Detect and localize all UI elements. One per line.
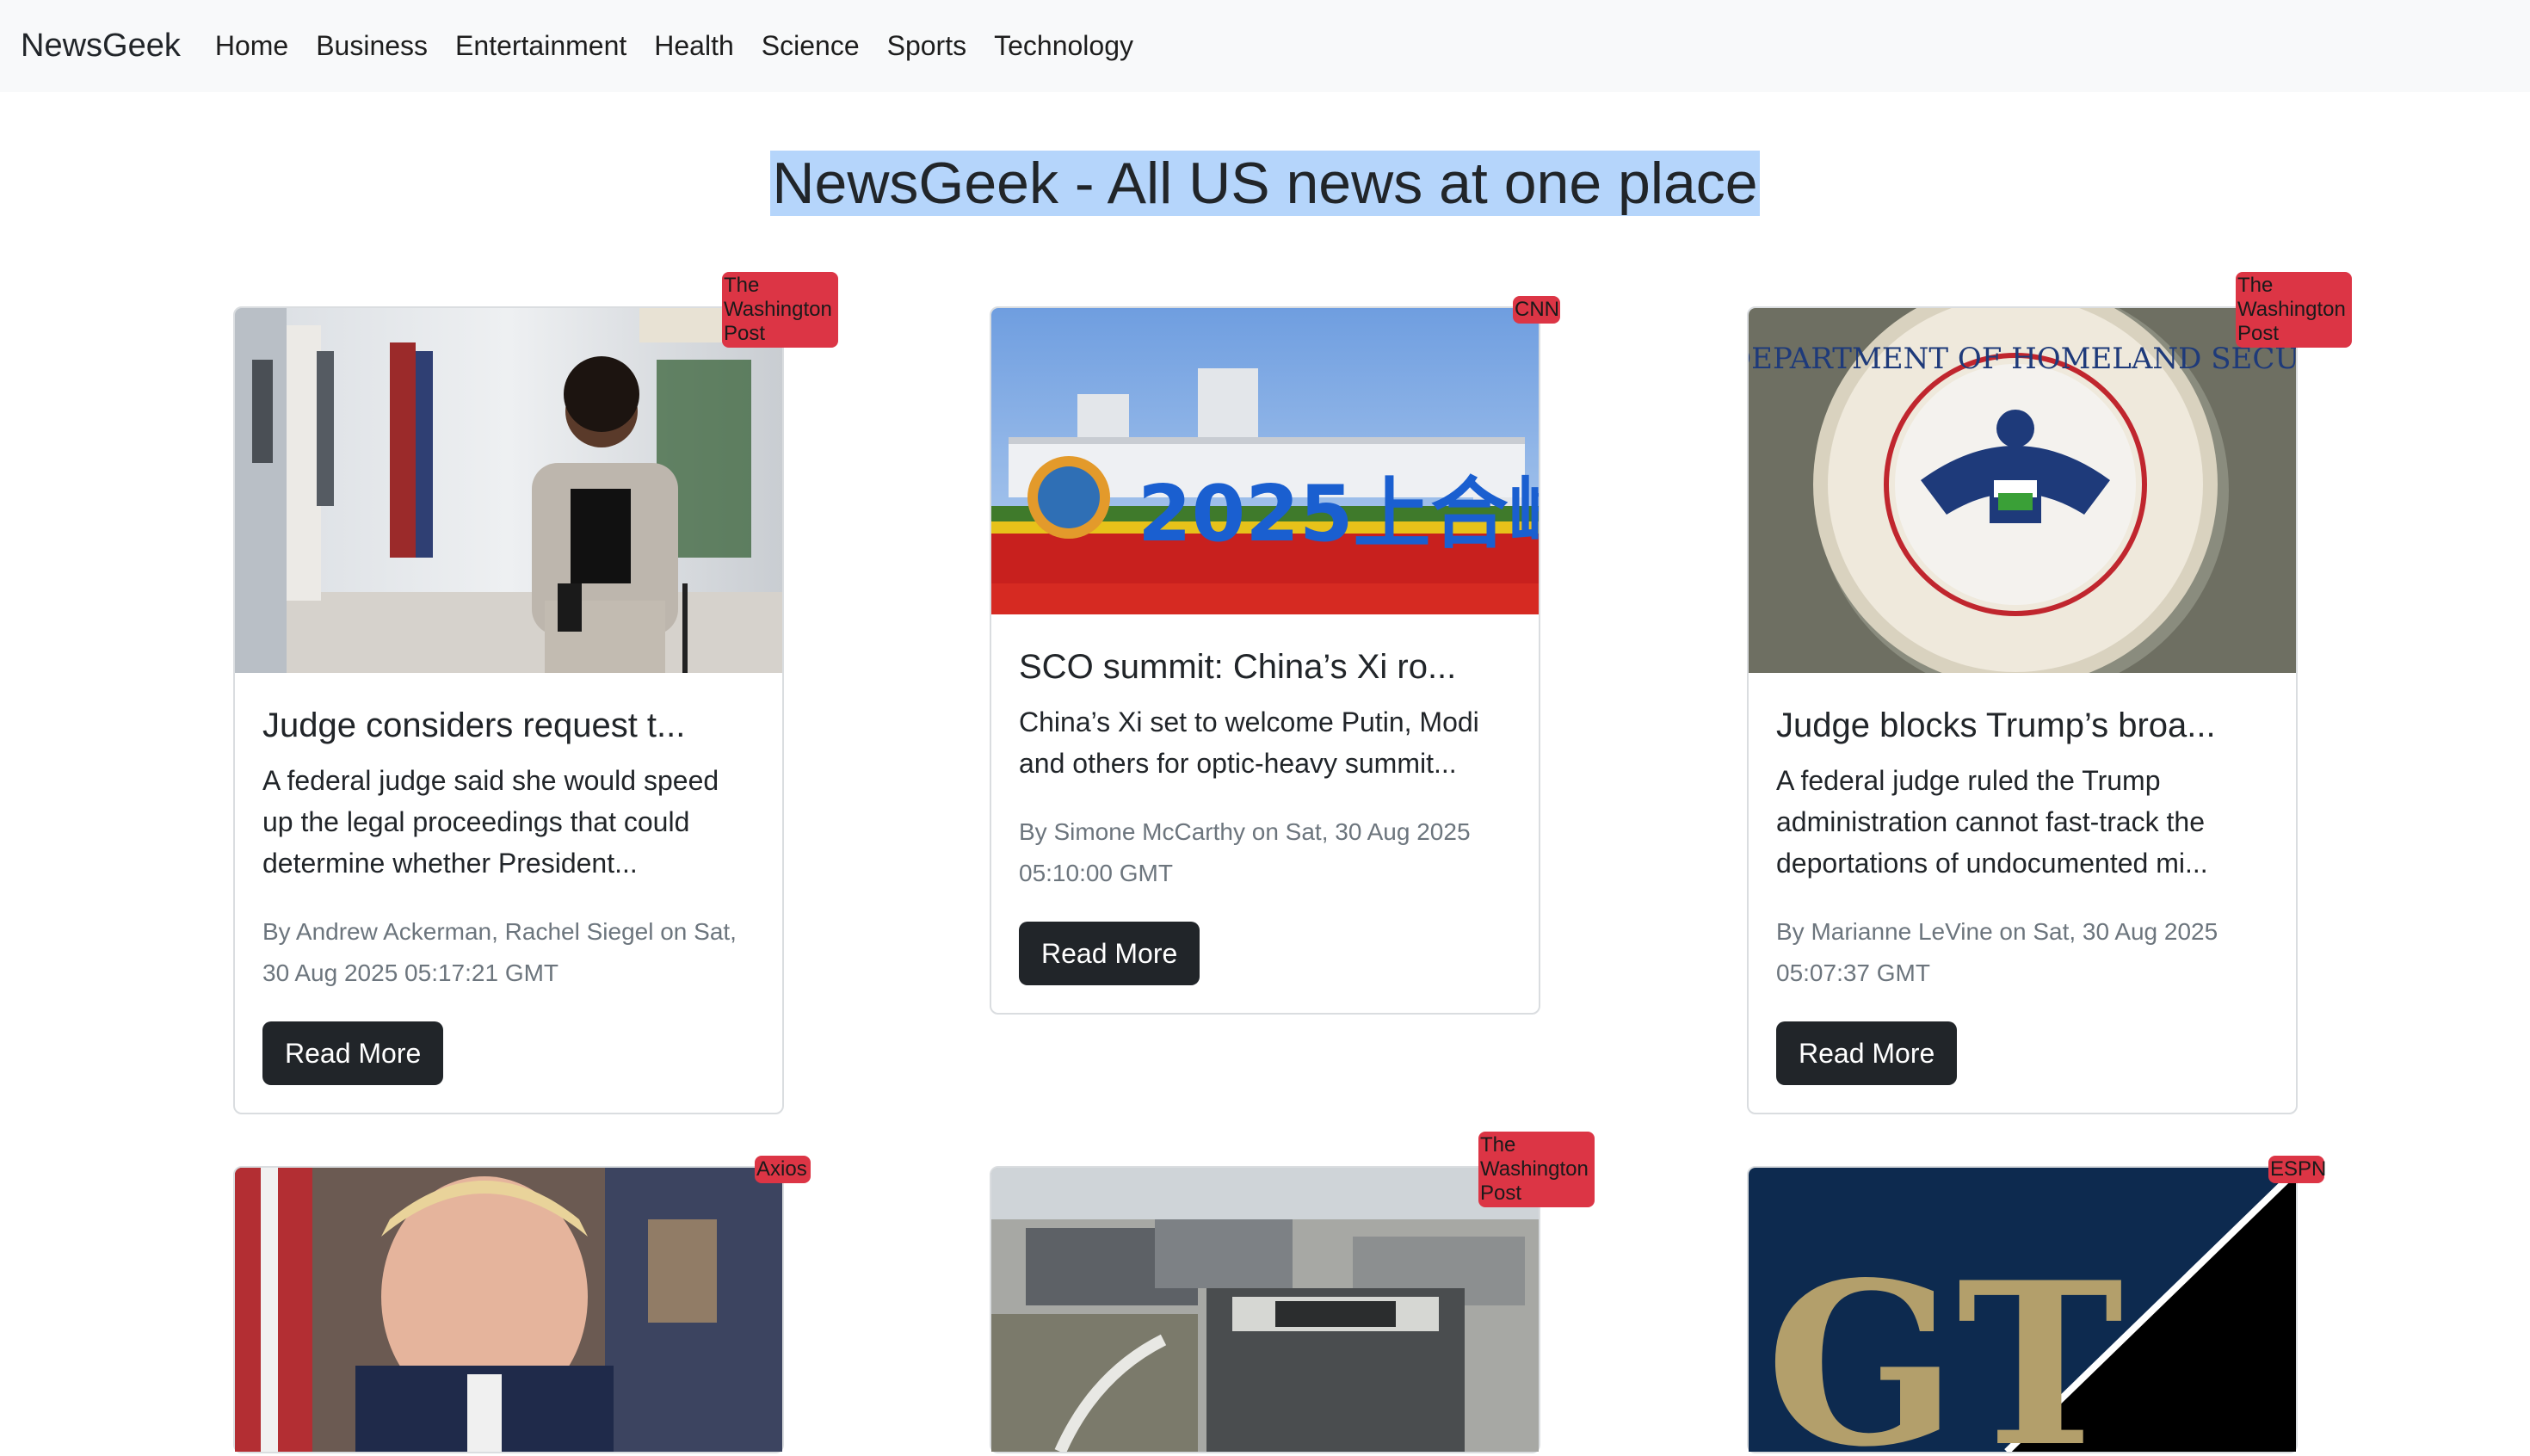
news-card: The Washington Post Judge considers requ… bbox=[233, 272, 838, 1114]
news-card-image: GT bbox=[1749, 1168, 2296, 1456]
source-badge: Axios bbox=[755, 1156, 811, 1183]
news-card: Axios bbox=[233, 1156, 811, 1456]
read-more-button[interactable]: Read More bbox=[1776, 1021, 1958, 1085]
source-badge: The Washington Post bbox=[722, 272, 838, 348]
news-card-meta: By Marianne LeVine on Sat, 30 Aug 2025 0… bbox=[1776, 918, 2218, 986]
news-card-title: Judge considers request t... bbox=[262, 706, 686, 744]
news-card: 2025上合峰会 CNN SCO summit: China’s Xi ro..… bbox=[990, 296, 1560, 1015]
news-card: U.S. DEPARTMENT OF HOMELAND SECURITY The… bbox=[1747, 272, 2352, 1114]
read-more-button[interactable]: Read More bbox=[1019, 922, 1200, 985]
read-more-button[interactable]: Read More bbox=[262, 1021, 444, 1085]
news-card-meta: By Simone McCarthy on Sat, 30 Aug 2025 0… bbox=[1019, 818, 1471, 886]
news-card-image bbox=[235, 308, 782, 677]
nav-link-technology[interactable]: Technology bbox=[994, 30, 1133, 62]
nav-link-home[interactable]: Home bbox=[215, 30, 288, 62]
news-card-image: U.S. DEPARTMENT OF HOMELAND SECURITY bbox=[1749, 308, 2296, 677]
source-badge: The Washington Post bbox=[1478, 1132, 1595, 1207]
news-card-description: A federal judge ruled the Trump administ… bbox=[1776, 765, 2208, 879]
news-card-image bbox=[235, 1168, 782, 1456]
nav-link-sports[interactable]: Sports bbox=[887, 30, 966, 62]
navbar: NewsGeek Home Business Entertainment Hea… bbox=[0, 0, 2530, 92]
news-card-title: Judge blocks Trump’s broa... bbox=[1776, 706, 2216, 744]
source-badge: CNN bbox=[1513, 296, 1560, 324]
nav-link-science[interactable]: Science bbox=[762, 30, 860, 62]
nav-link-entertainment[interactable]: Entertainment bbox=[455, 30, 626, 62]
gt-logo-text: GT bbox=[1766, 1234, 2124, 1452]
brand-logo[interactable]: NewsGeek bbox=[21, 28, 181, 65]
news-card-description: China’s Xi set to welcome Putin, Modi an… bbox=[1019, 706, 1479, 779]
page-title-container: NewsGeek - All US news at one place bbox=[0, 148, 2530, 219]
page-title: NewsGeek - All US news at one place bbox=[770, 151, 1760, 216]
news-card-image bbox=[991, 1168, 1539, 1456]
nav-link-business[interactable]: Business bbox=[316, 30, 428, 62]
news-card-image: 2025上合峰会 bbox=[991, 308, 1539, 619]
news-card-description: A federal judge said she would speed up … bbox=[262, 765, 719, 879]
nav-link-health[interactable]: Health bbox=[654, 30, 734, 62]
news-card-meta: By Andrew Ackerman, Rachel Siegel on Sat… bbox=[262, 918, 737, 986]
news-card-title: SCO summit: China’s Xi ro... bbox=[1019, 648, 1457, 686]
seal-text: U.S. DEPARTMENT OF HOMELAND SECURITY bbox=[1749, 342, 2296, 376]
news-card: The Washington Post bbox=[990, 1132, 1595, 1456]
nav-links: Home Business Entertainment Health Scien… bbox=[201, 30, 1147, 62]
news-card: GT ESPN bbox=[1747, 1156, 2326, 1456]
source-badge: The Washington Post bbox=[2236, 272, 2352, 348]
source-badge: ESPN bbox=[2268, 1156, 2326, 1183]
image-sign-text: 2025上合峰会 bbox=[1138, 469, 1539, 559]
